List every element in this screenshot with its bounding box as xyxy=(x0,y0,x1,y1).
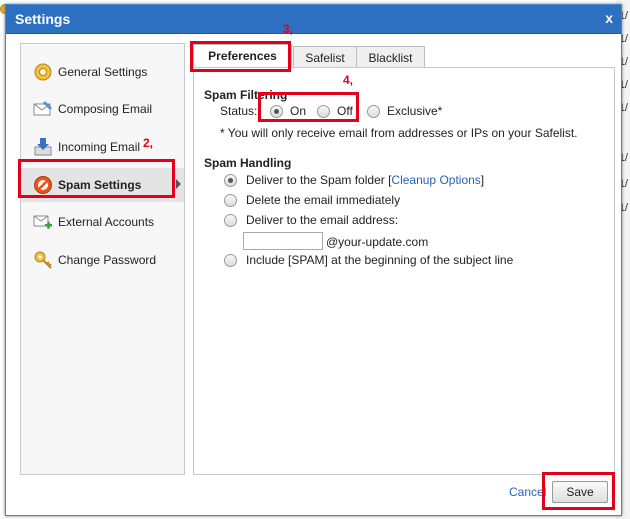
envelope-pen-icon xyxy=(33,101,52,116)
cleanup-options-link[interactable]: Cleanup Options xyxy=(391,173,480,187)
sidebar-item-label: General Settings xyxy=(58,65,148,79)
status-exclusive-label: Exclusive* xyxy=(387,104,443,118)
sidebar-item-spam-settings[interactable]: Spam Settings xyxy=(21,168,184,202)
sidebar-item-label: External Accounts xyxy=(58,215,155,229)
email-address-input[interactable] xyxy=(243,232,323,250)
status-exclusive-radio[interactable] xyxy=(367,105,380,118)
spam-filtering-title: Spam Filtering xyxy=(204,88,288,102)
sidebar-item-incoming-email[interactable]: Incoming Email xyxy=(21,130,184,164)
cancel-link[interactable]: Cancel xyxy=(509,485,546,499)
settings-sidebar: General Settings Composing Email Incomin… xyxy=(20,43,185,475)
include-spam-tag-label: Include [SPAM] at the beginning of the s… xyxy=(246,253,514,267)
inbox-arrow-icon xyxy=(34,138,52,156)
no-spam-icon xyxy=(34,176,52,194)
status-on-label: On xyxy=(290,104,307,118)
sidebar-item-general-settings[interactable]: General Settings xyxy=(21,55,184,89)
deliver-spam-folder-radio[interactable] xyxy=(224,174,237,187)
key-icon xyxy=(34,251,52,269)
status-off-radio[interactable] xyxy=(317,105,330,118)
status-off-label: Off xyxy=(337,104,353,118)
deliver-spam-folder-label: Deliver to the Spam folder [Cleanup Opti… xyxy=(246,173,485,187)
sidebar-item-label: Change Password xyxy=(58,253,157,267)
email-domain-label: @your-update.com xyxy=(326,235,429,249)
annotation-step-2: 2, xyxy=(143,136,154,150)
status-on-radio[interactable] xyxy=(270,105,283,118)
status-label: Status: xyxy=(220,104,258,118)
include-spam-tag-radio[interactable] xyxy=(224,254,237,267)
chevron-right-icon xyxy=(176,179,181,189)
deliver-email-address-radio[interactable] xyxy=(224,214,237,227)
delete-immediately-label: Delete the email immediately xyxy=(246,193,401,207)
safelist-note: * You will only receive email from addre… xyxy=(220,126,578,140)
envelope-plus-icon xyxy=(33,215,52,229)
dialog-title: Settings xyxy=(15,11,71,27)
settings-dialog: Settings x General Settings Composing Em… xyxy=(5,4,622,516)
close-button[interactable]: x xyxy=(605,10,613,26)
spam-handling-title: Spam Handling xyxy=(204,156,292,170)
sidebar-item-composing-email[interactable]: Composing Email xyxy=(21,92,184,126)
delete-immediately-radio[interactable] xyxy=(224,194,237,207)
sidebar-item-label: Spam Settings xyxy=(58,178,142,192)
sidebar-item-label: Incoming Email xyxy=(58,140,141,154)
sidebar-item-external-accounts[interactable]: External Accounts xyxy=(21,205,184,239)
annotation-step-3: 3, xyxy=(283,22,294,36)
sidebar-item-change-password[interactable]: Change Password xyxy=(21,243,184,277)
deliver-email-address-label: Deliver to the email address: xyxy=(246,213,399,227)
preferences-panel: Spam Filtering Status: On Off Exclusive*… xyxy=(193,67,615,475)
annotation-step-4: 4, xyxy=(343,73,354,87)
sidebar-item-label: Composing Email xyxy=(58,102,153,116)
save-button[interactable]: Save xyxy=(552,481,608,503)
dialog-titlebar: Settings x xyxy=(6,5,621,34)
gear-icon xyxy=(34,63,52,81)
